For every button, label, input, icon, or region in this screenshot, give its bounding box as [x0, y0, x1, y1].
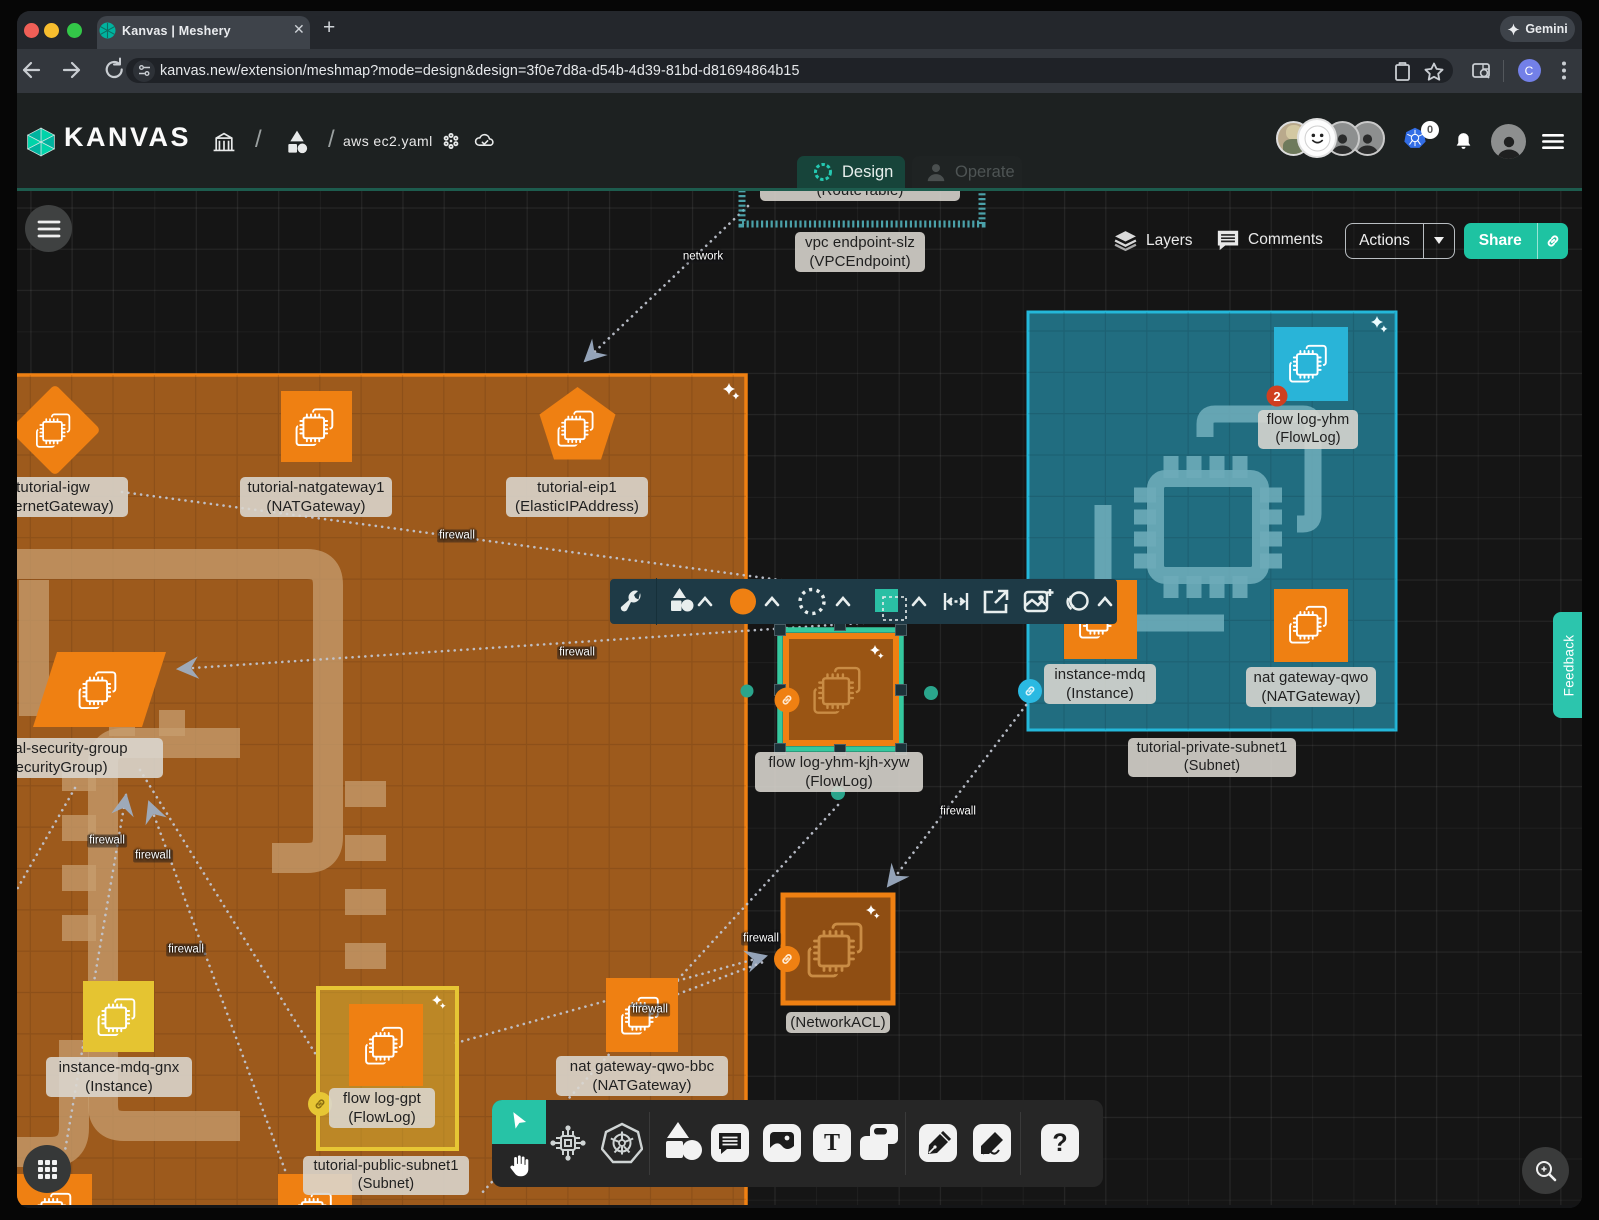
svg-text:2: 2	[1273, 389, 1280, 404]
